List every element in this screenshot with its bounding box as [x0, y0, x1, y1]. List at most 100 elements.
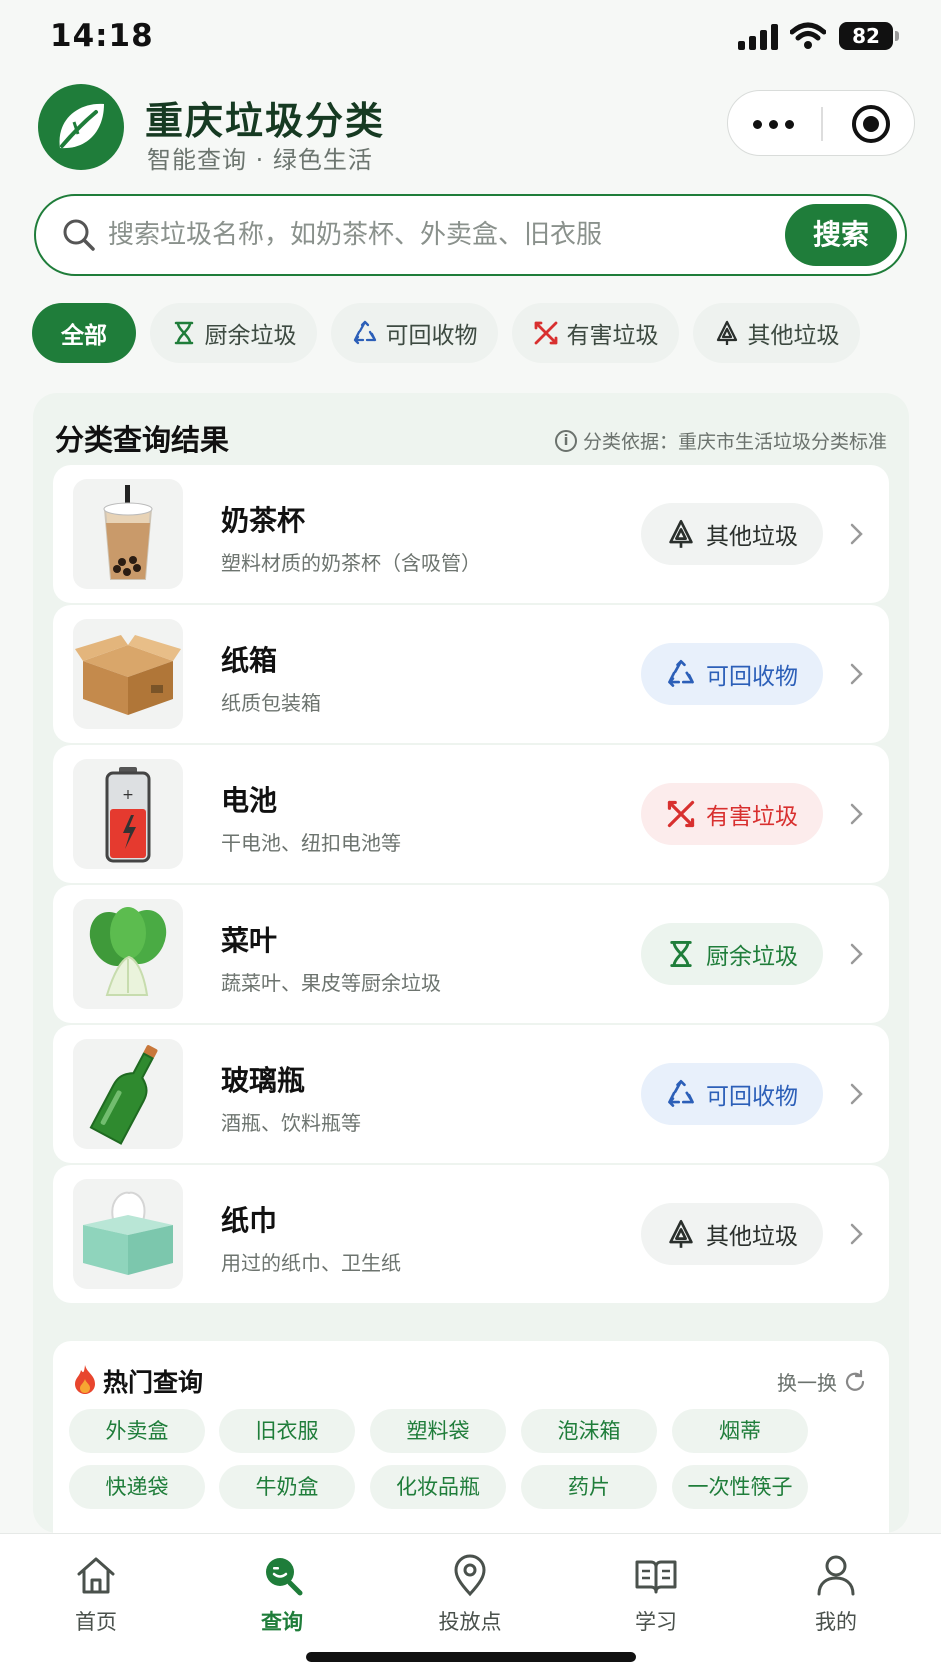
- classification-basis[interactable]: i 分类依据：重庆市生活垃圾分类标准: [554, 427, 887, 454]
- hourglass-icon: [670, 941, 692, 967]
- bubble-tea-cup-icon: [103, 485, 153, 580]
- hot-tag[interactable]: 泡沫箱: [521, 1409, 657, 1453]
- badge-label: 其他垃圾: [706, 524, 798, 550]
- battery-item-icon: +: [105, 767, 151, 863]
- recycle-icon: [353, 320, 376, 345]
- bok-choy-icon: [89, 907, 167, 996]
- search-button[interactable]: 搜索: [785, 204, 897, 266]
- chevron-right-icon: [850, 803, 863, 825]
- fire-icon: [75, 1365, 95, 1394]
- home-indicator[interactable]: [306, 1652, 636, 1662]
- item-image-tissue-box: [73, 1179, 183, 1289]
- result-item-battery[interactable]: + 电池 干电池、纽扣电池等 有害垃圾: [53, 745, 889, 883]
- category-badge-kitchen: 厨余垃圾: [641, 923, 823, 985]
- result-item-cardboard-box[interactable]: 纸箱 纸质包装箱 可回收物: [53, 605, 889, 743]
- mini-program-capsule: [727, 90, 915, 156]
- tab-learn[interactable]: 学习: [596, 1552, 716, 1642]
- category-filter-bar: 全部 厨余垃圾 可回收物 有害垃圾 其他垃圾: [32, 303, 941, 363]
- app-subtitle: 智能查询 · 绿色生活: [147, 146, 373, 174]
- tab-label: 首页: [75, 1610, 117, 1634]
- results-title: 分类查询结果: [55, 423, 230, 457]
- filter-hazardous[interactable]: 有害垃圾: [512, 303, 679, 363]
- hot-queries-section: 热门查询 换一换 外卖盒 旧衣服 塑料袋 泡沫箱 烟蒂 快递袋 牛奶盒 化妆品瓶…: [53, 1341, 889, 1533]
- recycle-icon: [668, 659, 694, 687]
- user-icon: [817, 1555, 855, 1596]
- item-description: 纸质包装箱: [221, 691, 321, 715]
- item-name: 电池: [221, 784, 278, 817]
- item-name: 纸箱: [221, 644, 278, 677]
- leaf-icon: [59, 103, 104, 149]
- chevron-right-icon: [850, 943, 863, 965]
- hot-tag[interactable]: 牛奶盒: [219, 1465, 355, 1509]
- hot-tag[interactable]: 外卖盒: [69, 1409, 205, 1453]
- results-card: 分类查询结果 i 分类依据：重庆市生活垃圾分类标准 奶茶杯 塑料材质的奶茶杯（含…: [33, 393, 909, 1533]
- recycle-icon: [668, 1079, 694, 1107]
- filter-label: 有害垃圾: [566, 323, 659, 349]
- result-item-tissue[interactable]: 纸巾 用过的纸巾、卫生纸 其他垃圾: [53, 1165, 889, 1303]
- info-icon: i: [554, 429, 577, 452]
- close-mini-program-icon[interactable]: [852, 105, 890, 143]
- tab-drop-points[interactable]: 投放点: [410, 1552, 530, 1642]
- item-name: 菜叶: [221, 924, 278, 957]
- tab-label: 投放点: [438, 1610, 502, 1634]
- item-description: 用过的纸巾、卫生纸: [221, 1251, 401, 1275]
- filter-all[interactable]: 全部: [32, 303, 136, 363]
- filter-recyclable[interactable]: 可回收物: [331, 303, 498, 363]
- item-name: 奶茶杯: [221, 504, 306, 537]
- more-button[interactable]: [728, 91, 822, 155]
- item-image-bok-choy: [73, 899, 183, 1009]
- hot-tag[interactable]: 快递袋: [69, 1465, 205, 1509]
- chevron-right-icon: [850, 523, 863, 545]
- book-icon: [635, 1560, 677, 1594]
- hourglass-icon: [174, 321, 193, 345]
- other-waste-icon: [669, 1219, 693, 1248]
- result-item-milk-tea-cup[interactable]: 奶茶杯 塑料材质的奶茶杯（含吸管） 其他垃圾: [53, 465, 889, 603]
- hot-tag[interactable]: 旧衣服: [219, 1409, 355, 1453]
- battery-indicator: 82: [839, 22, 899, 50]
- hot-tag[interactable]: 药片: [521, 1465, 657, 1509]
- hot-tag[interactable]: 化妆品瓶: [370, 1465, 506, 1509]
- search-icon: [266, 1558, 303, 1596]
- badge-label: 可回收物: [706, 664, 798, 690]
- item-image-bubble-tea-cup: [73, 479, 183, 589]
- app-logo: [38, 84, 124, 170]
- badge-label: 有害垃圾: [706, 804, 798, 830]
- location-pin-icon: [454, 1554, 486, 1597]
- tab-label: 学习: [635, 1610, 677, 1634]
- tab-profile[interactable]: 我的: [776, 1552, 896, 1642]
- item-image-glass-bottle: [73, 1039, 183, 1149]
- app-header: 重庆垃圾分类 智能查询 · 绿色生活: [0, 76, 941, 186]
- refresh-icon: [845, 1369, 865, 1391]
- app-title: 重庆垃圾分类: [145, 99, 386, 143]
- hot-queries-title: 热门查询: [103, 1368, 204, 1397]
- filter-label: 厨余垃圾: [204, 323, 297, 349]
- basis-text: 分类依据：重庆市生活垃圾分类标准: [582, 431, 887, 453]
- search-input[interactable]: [108, 210, 798, 260]
- hot-tag[interactable]: 一次性筷子: [672, 1465, 808, 1509]
- category-badge-recyclable: 可回收物: [641, 1063, 823, 1125]
- filter-kitchen-waste[interactable]: 厨余垃圾: [150, 303, 317, 363]
- home-icon: [77, 1557, 115, 1594]
- hot-tag[interactable]: 塑料袋: [370, 1409, 506, 1453]
- refresh-button[interactable]: 换一换: [777, 1367, 867, 1396]
- other-waste-icon: [669, 519, 693, 548]
- result-item-vegetable-leaves[interactable]: 菜叶 蔬菜叶、果皮等厨余垃圾 厨余垃圾: [53, 885, 889, 1023]
- filter-label: 全部: [61, 323, 107, 349]
- tab-search[interactable]: 查询: [222, 1552, 342, 1642]
- category-badge-hazardous: 有害垃圾: [641, 783, 823, 845]
- filter-label: 可回收物: [385, 323, 478, 349]
- capsule-divider: [821, 107, 823, 141]
- search-icon: [63, 219, 95, 251]
- item-description: 蔬菜叶、果皮等厨余垃圾: [221, 971, 441, 995]
- filter-other-waste[interactable]: 其他垃圾: [693, 303, 860, 363]
- item-name: 玻璃瓶: [221, 1064, 306, 1097]
- item-description: 塑料材质的奶茶杯（含吸管）: [221, 551, 481, 575]
- hazard-cross-icon: [667, 800, 695, 828]
- result-item-glass-bottle[interactable]: 玻璃瓶 酒瓶、饮料瓶等 可回收物: [53, 1025, 889, 1163]
- tab-home[interactable]: 首页: [36, 1552, 156, 1642]
- svg-text:+: +: [122, 787, 134, 803]
- tab-label: 我的: [815, 1610, 857, 1634]
- hot-tag[interactable]: 烟蒂: [672, 1409, 808, 1453]
- badge-label: 其他垃圾: [706, 1224, 798, 1250]
- item-description: 干电池、纽扣电池等: [221, 831, 401, 855]
